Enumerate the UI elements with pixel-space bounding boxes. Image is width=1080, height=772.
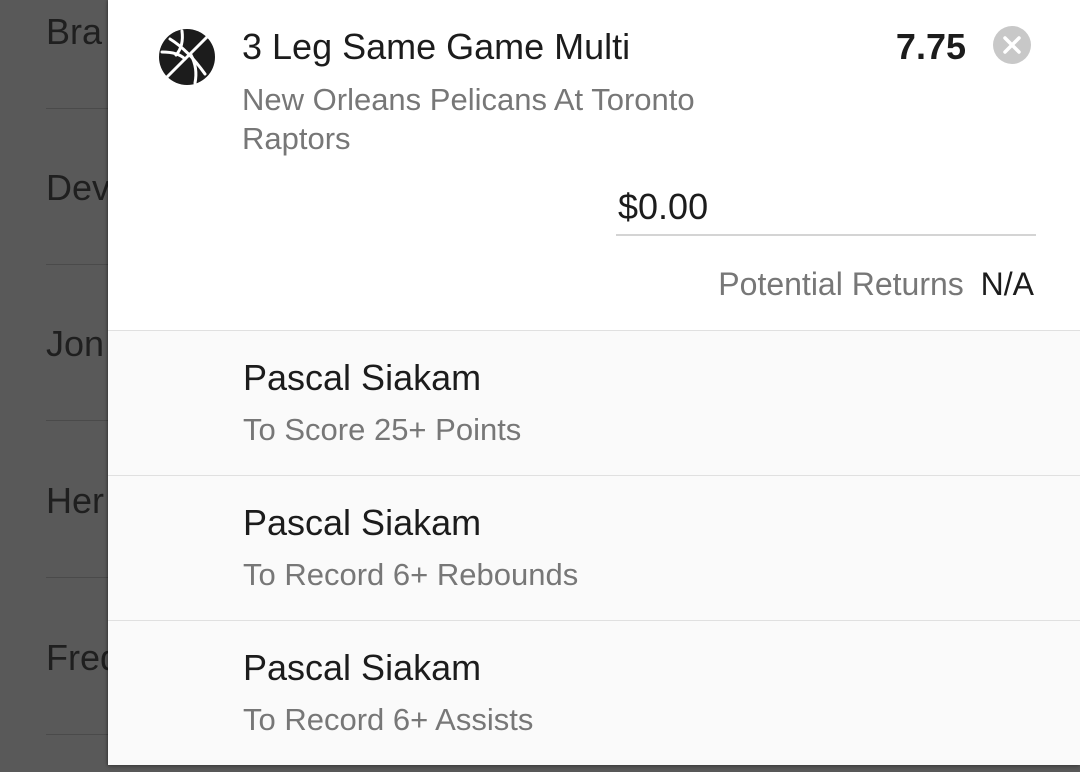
bet-leg: Pascal Siakam To Score 25+ Points [108, 331, 1080, 476]
potential-returns-label: Potential Returns [718, 266, 964, 302]
close-icon [1003, 36, 1021, 54]
background-item-label: Her [46, 480, 105, 521]
leg-market: To Score 25+ Points [243, 412, 522, 447]
background-item-label: Bra [46, 11, 103, 52]
bet-leg: Pascal Siakam To Record 6+ Assists [108, 621, 1080, 765]
basketball-icon [159, 29, 215, 85]
bet-legs: Pascal Siakam To Score 25+ Points Pascal… [108, 331, 1080, 765]
bet-leg: Pascal Siakam To Record 6+ Rebounds [108, 476, 1080, 621]
stake-input[interactable] [616, 180, 1036, 236]
leg-market: To Record 6+ Rebounds [243, 557, 579, 592]
bet-header: 3 Leg Same Game Multi 7.75 New Orleans P… [108, 0, 1080, 331]
background-item-label: Jon [46, 323, 105, 364]
event-name: New Orleans Pelicans At Toronto Raptors [242, 82, 695, 156]
leg-player: Pascal Siakam [243, 647, 482, 688]
bet-title: 3 Leg Same Game Multi [242, 26, 631, 67]
remove-bet-button[interactable] [993, 26, 1031, 64]
bet-slip-panel: 3 Leg Same Game Multi 7.75 New Orleans P… [108, 0, 1080, 765]
leg-player: Pascal Siakam [243, 357, 482, 398]
screen: Bra Dev Jon Her Fred 3 Leg Same Game Mul… [0, 0, 1080, 772]
leg-player: Pascal Siakam [243, 502, 482, 543]
potential-returns-value: N/A [980, 266, 1034, 302]
potential-returns: Potential Returns N/A [718, 266, 1034, 303]
background-item-label: Dev [46, 167, 111, 208]
bet-odds: 7.75 [895, 26, 966, 67]
leg-market: To Record 6+ Assists [243, 702, 534, 737]
